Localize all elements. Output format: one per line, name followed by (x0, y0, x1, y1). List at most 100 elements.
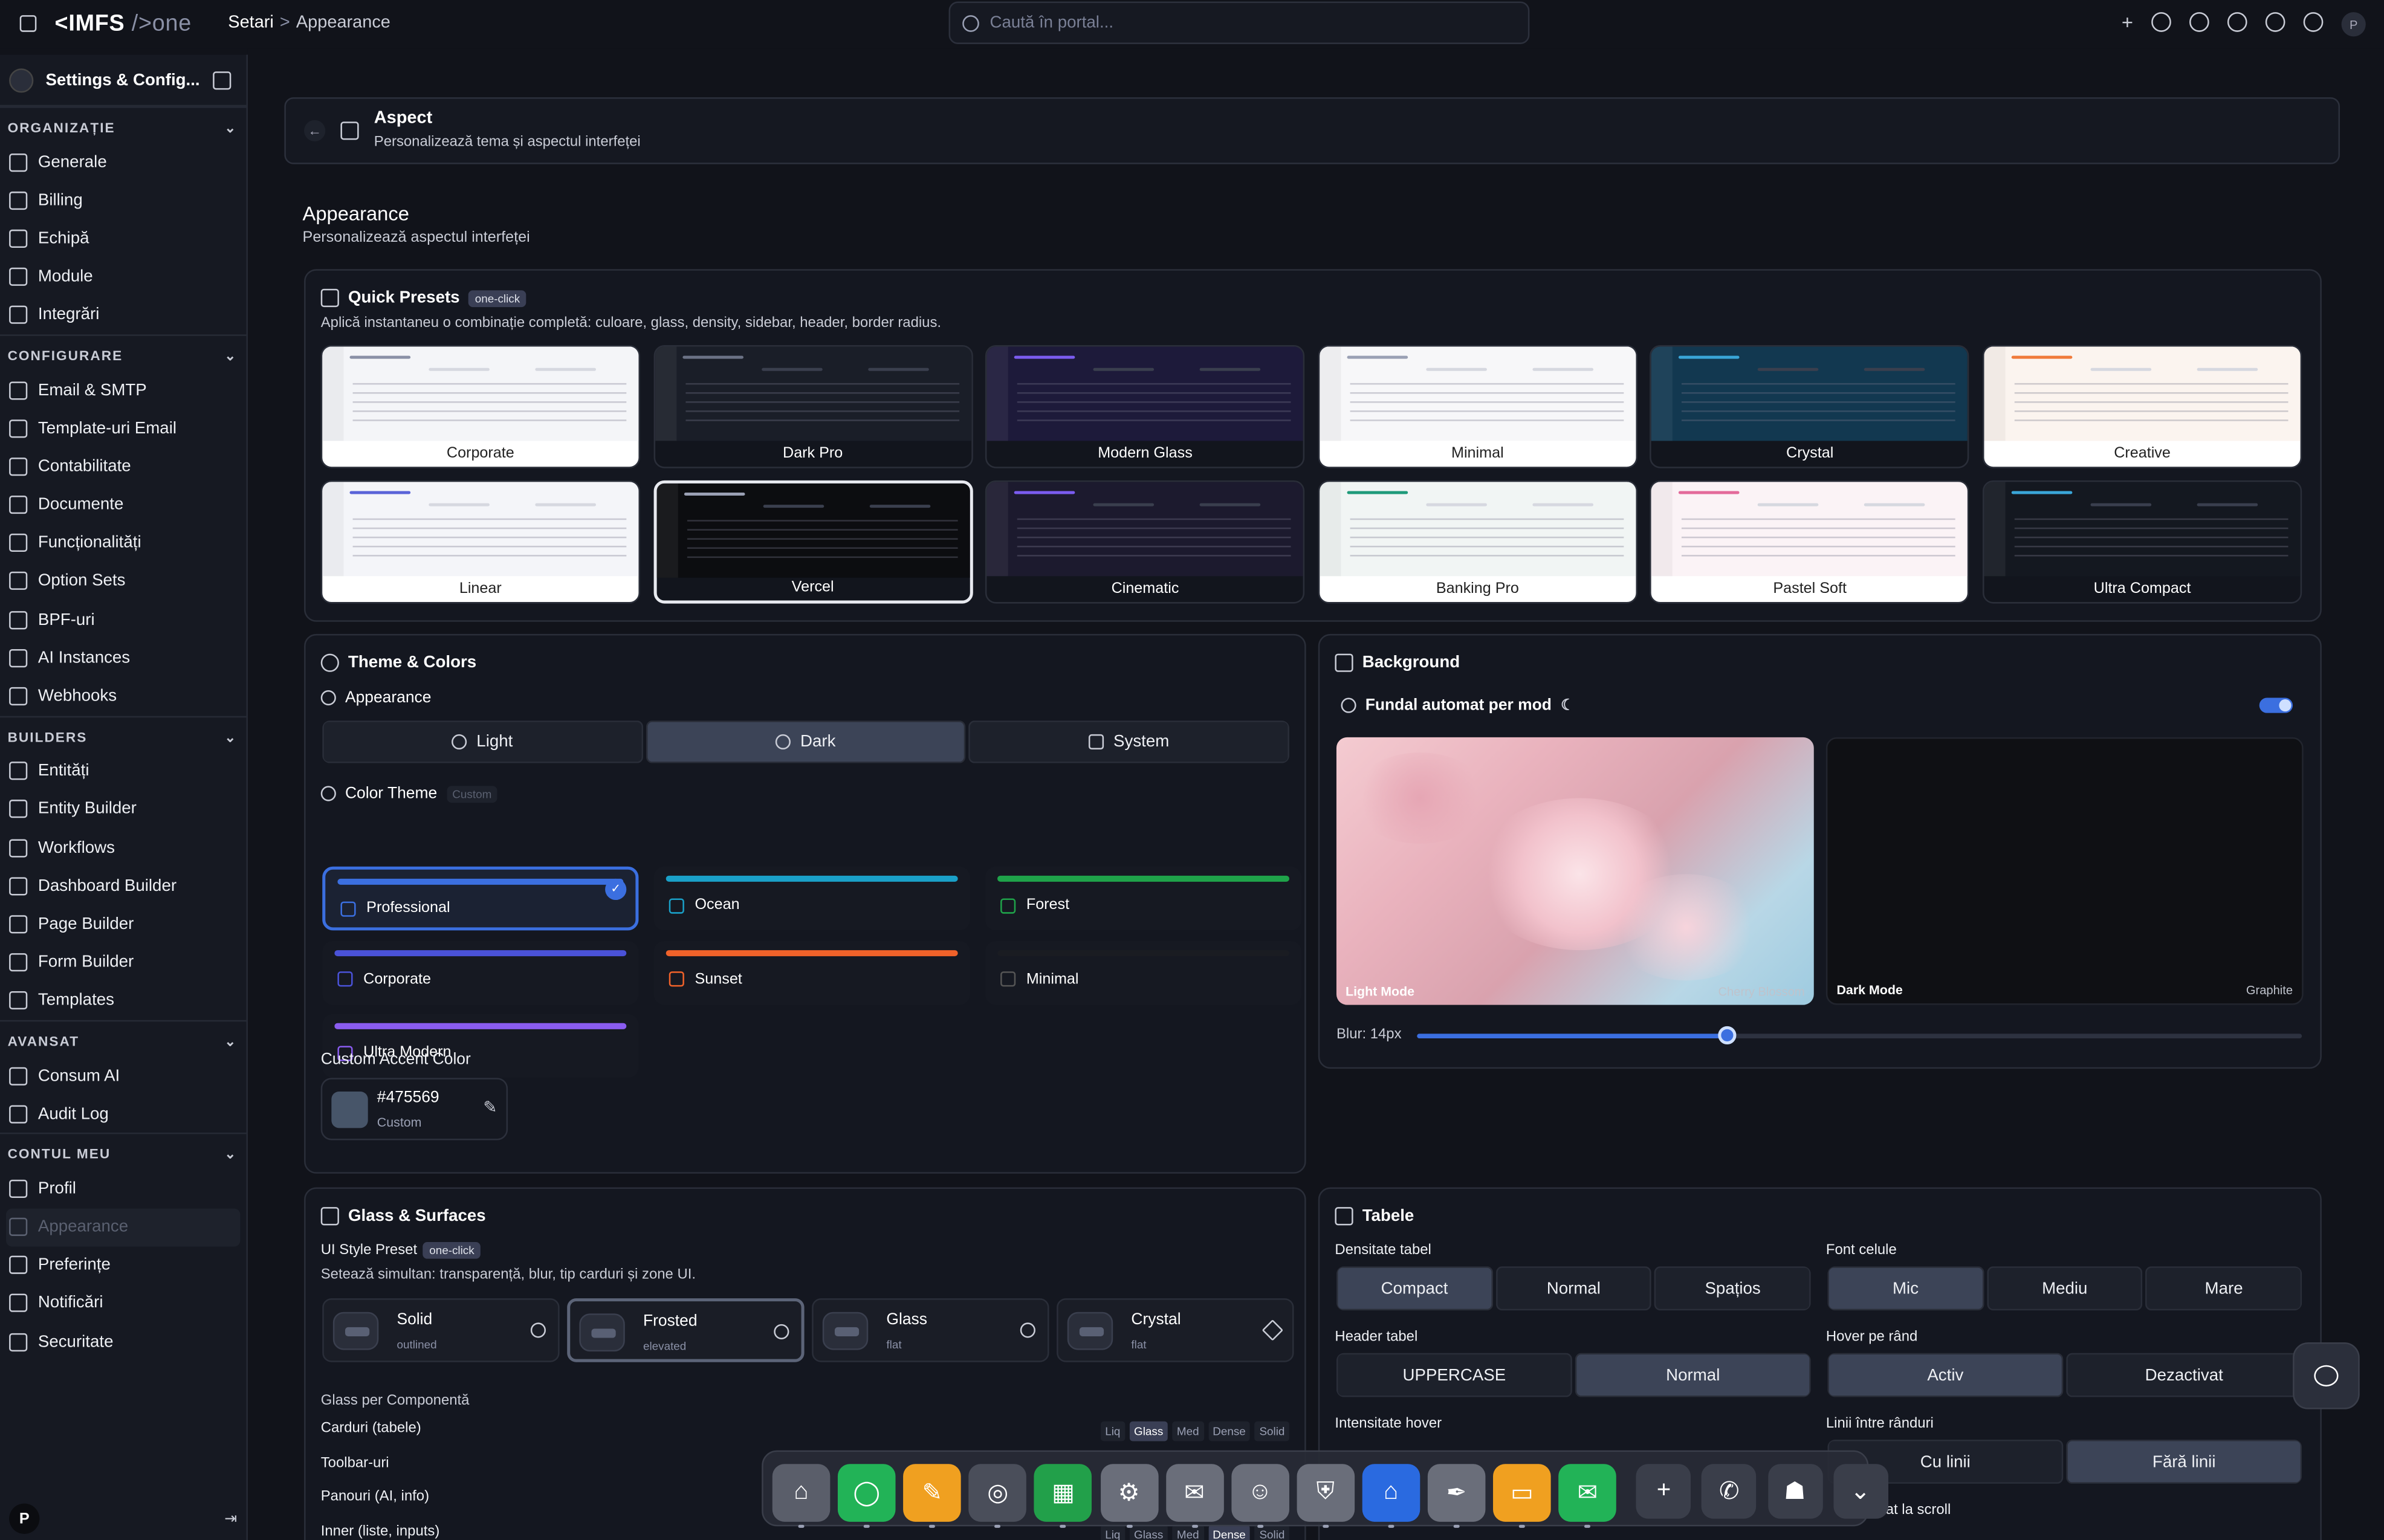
dock-app-folder[interactable]: ▭ (1493, 1464, 1551, 1528)
ui-style-glass[interactable]: Glass flat (812, 1298, 1049, 1362)
sidebar-item-contabilitate[interactable]: Contabilitate (0, 447, 246, 485)
preset-crystal[interactable]: Crystal (1650, 345, 1970, 468)
footer-avatar[interactable]: P (9, 1503, 40, 1534)
ui-style-crystal[interactable]: Crystal flat (1057, 1298, 1294, 1362)
add-icon[interactable]: + (2122, 12, 2133, 36)
preset-minimal[interactable]: Minimal (1318, 345, 1637, 468)
font-mediu-button[interactable]: Mediu (1986, 1266, 2143, 1311)
dock-app-more[interactable]: ⌄ (1833, 1464, 1888, 1519)
sidebar-item-webhooks[interactable]: Webhooks (0, 677, 246, 715)
preset-vercel[interactable]: Vercel (653, 479, 973, 603)
bell-icon[interactable] (2303, 12, 2324, 32)
chevron-down-icon[interactable]: ⌄ (224, 348, 237, 365)
sidebar-section-builders[interactable]: BUILDERS ⌄ (0, 715, 247, 752)
search-input[interactable]: Caută în portal... (948, 1, 1530, 44)
theme-sunset[interactable]: Sunset (653, 940, 970, 1005)
sidebar-item-module[interactable]: Module (0, 258, 246, 296)
dock-app-robot[interactable]: ☗ (1767, 1464, 1822, 1519)
dock-app-mail[interactable]: ✉ (1165, 1464, 1223, 1528)
preset-pastel-soft[interactable]: Pastel Soft (1650, 479, 1970, 603)
preset-dark-pro[interactable]: Dark Pro (653, 345, 973, 468)
chip-glass[interactable]: Glass (1129, 1524, 1168, 1540)
accent-swatch[interactable] (331, 1091, 368, 1128)
sidebar-item-email-smtp[interactable]: Email & SMTP (0, 371, 246, 409)
dock-app-pen[interactable]: ✒ (1427, 1464, 1486, 1528)
preset-linear[interactable]: Linear (320, 479, 640, 603)
sidebar-item-integrari[interactable]: Integrări (0, 296, 246, 334)
sidebar-item-form-builder[interactable]: Form Builder (0, 943, 246, 982)
sidebar-section-configurare[interactable]: CONFIGURARE ⌄ (0, 334, 247, 370)
dock-app-phone[interactable]: ✆ (1702, 1464, 1757, 1519)
collapse-sidebar-icon[interactable] (213, 70, 232, 89)
blur-slider[interactable] (1417, 1026, 2302, 1045)
accent-color-picker[interactable]: #475569 Custom ✎ (320, 1078, 508, 1140)
sidebar-item-ai-instances[interactable]: AI Instances (0, 639, 246, 677)
eyedropper-icon[interactable]: ✎ (483, 1098, 497, 1118)
dock-app-home[interactable]: ⌂ (772, 1464, 831, 1528)
header-uppercase-button[interactable]: UPPERCASE (1336, 1353, 1572, 1397)
density-compact-button[interactable]: Compact (1336, 1266, 1493, 1311)
sidebar-item-generale[interactable]: Generale (0, 143, 246, 181)
sidebar-item-preferinte[interactable]: Preferințe (0, 1246, 246, 1284)
dock-app-tools[interactable]: ✎ (903, 1464, 962, 1528)
user-avatar[interactable]: P (2341, 12, 2366, 37)
density-spatios-button[interactable]: Spațios (1654, 1266, 1811, 1311)
chat-button[interactable] (2293, 1342, 2360, 1409)
sidebar-section-avansat[interactable]: AVANSAT ⌄ (0, 1020, 247, 1056)
chip-med[interactable]: Med (1172, 1421, 1204, 1441)
mode-system-button[interactable]: System (969, 720, 1289, 763)
dark-mode-background[interactable]: Dark Mode Graphite (1825, 737, 2304, 1005)
chip-dense[interactable]: Dense (1208, 1421, 1251, 1441)
sidebar-item-notificari[interactable]: Notificări (0, 1284, 246, 1322)
dock-app-chat[interactable]: ◯ (838, 1464, 896, 1528)
chip-dense[interactable]: Dense (1208, 1524, 1251, 1540)
chevron-down-icon[interactable]: ⌄ (224, 729, 237, 746)
sidebar-item-securitate[interactable]: Securitate (0, 1322, 246, 1360)
sidebar-item-template-uri-email[interactable]: Template-uri Email (0, 409, 246, 447)
hover-activ-button[interactable]: Activ (1827, 1353, 2064, 1397)
density-normal-button[interactable]: Normal (1495, 1266, 1652, 1311)
blur-slider-knob[interactable] (1717, 1026, 1736, 1045)
ui-style-solid[interactable]: Solid outlined (322, 1298, 560, 1362)
lines-fara-linii-button[interactable]: Fără linii (2066, 1439, 2302, 1484)
theme-ocean[interactable]: Ocean (653, 866, 970, 931)
auto-bg-toggle[interactable] (2259, 697, 2293, 713)
sidebar-section-organizatie[interactable]: ORGANIZAȚIE ⌄ (0, 106, 247, 143)
chevron-down-icon[interactable]: ⌄ (224, 120, 237, 137)
chip-med[interactable]: Med (1172, 1524, 1204, 1540)
dock-app-shield[interactable]: ⛨ (1297, 1464, 1355, 1528)
preset-ultra-compact[interactable]: Ultra Compact (1982, 479, 2302, 603)
header-normal-button[interactable]: Normal (1575, 1353, 1811, 1397)
sidebar-item-functionalitati[interactable]: Funcționalități (0, 524, 246, 562)
dock-app-target[interactable]: ◎ (968, 1464, 1027, 1528)
theme-professional[interactable]: Professional ✓ (322, 866, 639, 931)
help-icon[interactable] (2265, 12, 2285, 32)
sidebar-item-profil[interactable]: Profil (0, 1170, 246, 1208)
preset-corporate[interactable]: Corporate (320, 345, 640, 468)
font-mare-button[interactable]: Mare (2145, 1266, 2302, 1311)
brand-logo[interactable]: <IMFS />one (55, 11, 192, 37)
preset-cinematic[interactable]: Cinematic (985, 479, 1305, 603)
light-mode-background[interactable]: Light Mode Cherry Blossom (1336, 737, 1814, 1005)
dock-app-calculator[interactable]: ▦ (1034, 1464, 1092, 1528)
sidebar-item-bpf-uri[interactable]: BPF-uri (0, 601, 246, 639)
chip-liq[interactable]: Liq (1100, 1524, 1125, 1540)
chip-liq[interactable]: Liq (1100, 1421, 1125, 1441)
ui-style-frosted[interactable]: Frosted elevated (567, 1298, 805, 1362)
palette-icon[interactable] (2227, 12, 2247, 32)
gear-icon[interactable] (2189, 12, 2209, 32)
sidebar-item-entitati[interactable]: Entități (0, 752, 246, 790)
preset-modern-glass[interactable]: Modern Glass (985, 345, 1305, 468)
theme-minimal[interactable]: Minimal (985, 940, 1302, 1005)
chevron-down-icon[interactable]: ⌄ (224, 1034, 237, 1050)
dock-app-settings[interactable]: ⚙ (1100, 1464, 1158, 1528)
chevron-down-icon[interactable]: ⌄ (224, 1147, 237, 1163)
dock-app-add[interactable]: + (1636, 1464, 1691, 1519)
sidebar-item-dashboard-builder[interactable]: Dashboard Builder (0, 867, 246, 905)
sidebar-item-audit-log[interactable]: Audit Log (0, 1095, 246, 1133)
crumb-root[interactable]: Setari (228, 14, 274, 32)
sidebar-item-billing[interactable]: Billing (0, 181, 246, 219)
theme-forest[interactable]: Forest (985, 866, 1302, 931)
logout-icon[interactable]: ⇥ (224, 1510, 237, 1527)
dock-app-users[interactable]: ☺ (1231, 1464, 1289, 1528)
